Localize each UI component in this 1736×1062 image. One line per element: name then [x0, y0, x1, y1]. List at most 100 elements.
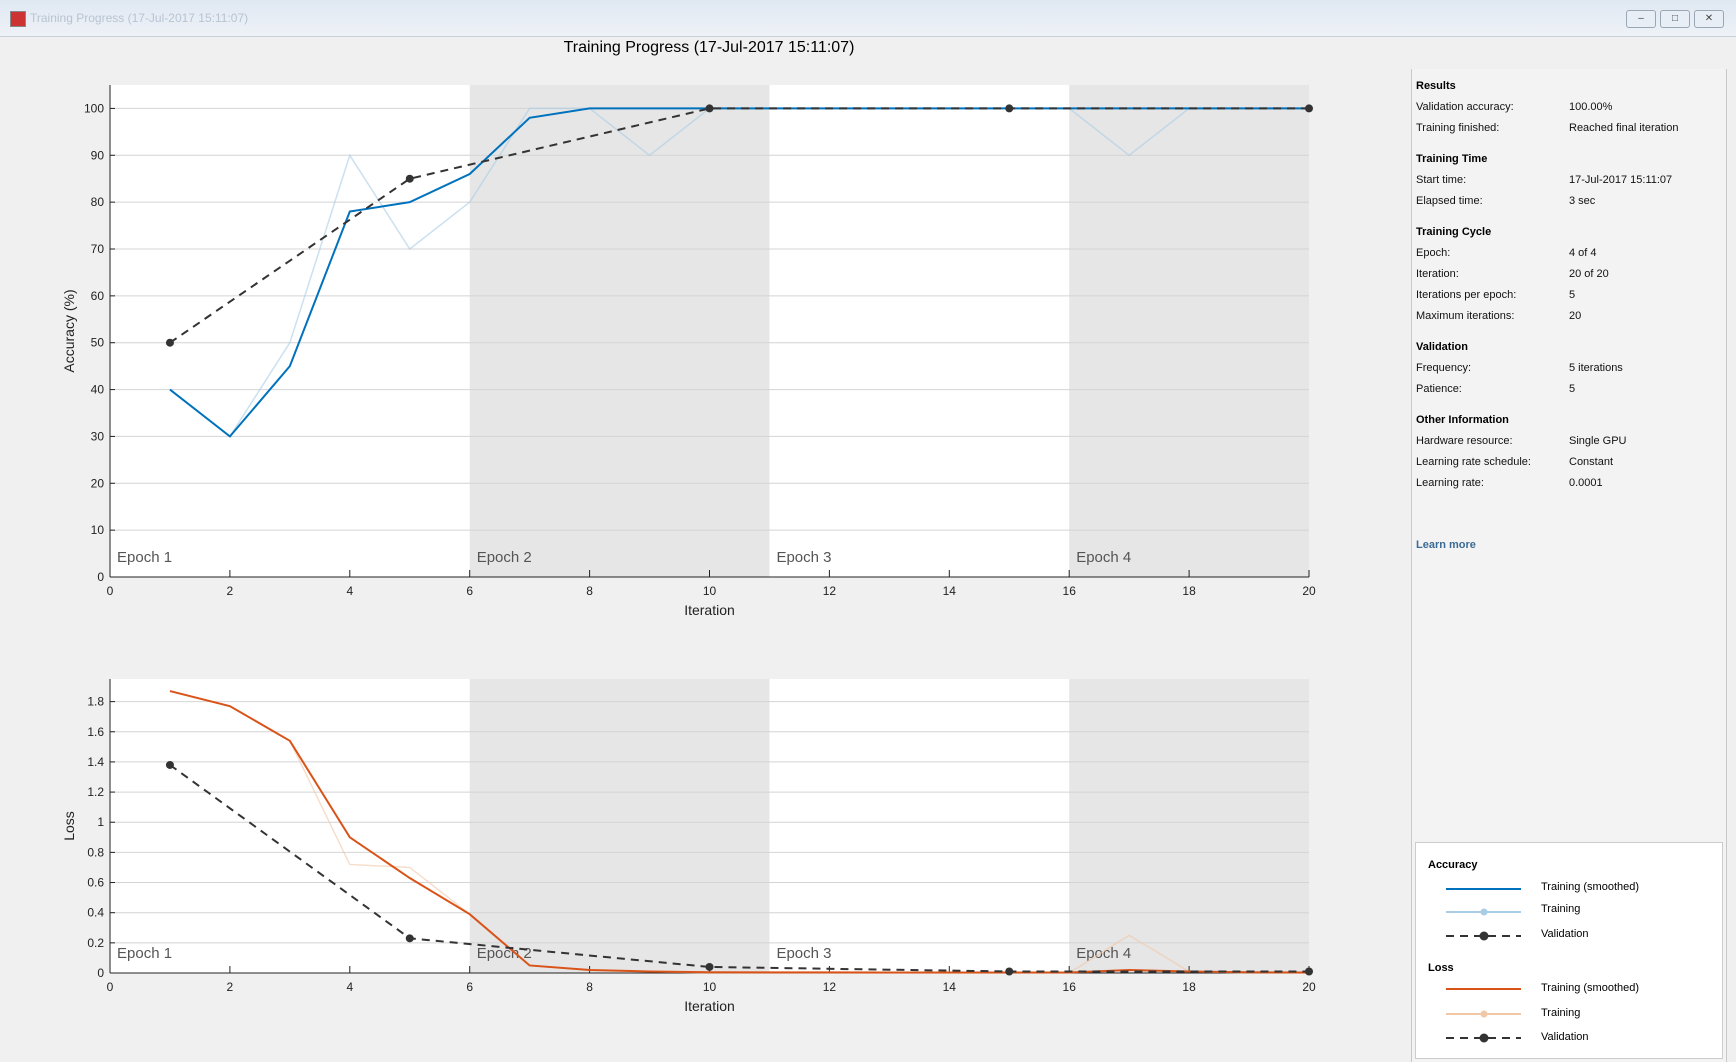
y-tick-label: 1.2 — [87, 785, 104, 799]
validation-point — [1305, 967, 1313, 976]
info-label: Learning rate schedule: — [1416, 456, 1531, 468]
info-value: 5 — [1569, 383, 1576, 395]
info-value: Constant — [1569, 456, 1614, 468]
info-value: 100.00% — [1569, 101, 1613, 113]
x-tick-label: 6 — [466, 980, 473, 994]
validation-point — [1305, 104, 1313, 113]
x-tick-label: 12 — [823, 584, 837, 598]
x-tick-label: 4 — [346, 584, 353, 598]
section-title: Training Time — [1416, 153, 1488, 165]
y-tick-label: 100 — [84, 101, 104, 115]
info-value: 5 — [1569, 289, 1576, 301]
y-tick-label: 80 — [91, 195, 105, 209]
x-tick-label: 18 — [1182, 980, 1196, 994]
x-tick-label: 20 — [1302, 584, 1316, 598]
x-tick-label: 8 — [586, 584, 593, 598]
x-tick-label: 16 — [1063, 584, 1077, 598]
validation-point — [165, 760, 174, 769]
section-title: Results — [1416, 80, 1456, 92]
x-tick-label: 2 — [227, 584, 234, 598]
info-label: Training finished: — [1416, 122, 1500, 134]
info-label: Maximum iterations: — [1416, 310, 1515, 322]
y-tick-label: 1.6 — [87, 725, 104, 739]
y-tick-label: 50 — [91, 336, 105, 350]
info-label: Iteration: — [1416, 268, 1459, 280]
epoch-band — [1069, 679, 1309, 973]
info-label: Frequency: — [1416, 362, 1472, 374]
figure-title: Training Progress (17-Jul-2017 15:11:07) — [564, 39, 855, 56]
x-axis-label: Iteration — [684, 998, 735, 1014]
info-value: 20 of 20 — [1569, 268, 1609, 280]
legend-markers — [1446, 888, 1521, 1043]
y-tick-label: 30 — [91, 429, 105, 443]
epoch-band — [1069, 85, 1309, 577]
x-tick-label: 20 — [1302, 980, 1316, 994]
x-axis-label: Iteration — [684, 602, 735, 618]
y-tick-label: 60 — [91, 289, 105, 303]
validation-point — [165, 338, 174, 347]
info-label: Epoch: — [1416, 247, 1451, 259]
legend: Accuracy Loss Training (smoothed) Traini… — [1415, 842, 1723, 1059]
epoch-label: Epoch 1 — [117, 549, 172, 566]
y-tick-label: 0.4 — [87, 906, 104, 920]
y-tick-label: 10 — [91, 523, 105, 537]
y-tick-label: 70 — [91, 242, 105, 256]
epoch-label: Epoch 1 — [117, 945, 172, 962]
section-title: Other Information — [1416, 414, 1509, 426]
info-value: 17-Jul-2017 15:11:07 — [1569, 174, 1673, 186]
info-value: 3 sec — [1569, 195, 1596, 207]
x-tick-label: 14 — [943, 584, 957, 598]
validation-point — [705, 962, 714, 971]
x-tick-label: 8 — [586, 980, 593, 994]
accuracy-chart: 0 10 20 30 40 50 60 70 80 90 100 0 2 4 6 8 10 12 14 16 18 20 E… — [61, 85, 1316, 618]
epoch-label: Epoch 2 — [477, 549, 532, 566]
epoch-band — [469, 85, 770, 577]
y-tick-label: 40 — [91, 383, 105, 397]
x-tick-label: 10 — [703, 584, 717, 598]
y-axis-label: Accuracy (%) — [61, 289, 77, 372]
info-label: Hardware resource: — [1416, 435, 1513, 447]
section-title: Validation — [1416, 341, 1468, 353]
x-tick-label: 18 — [1182, 584, 1196, 598]
info-value: 5 iterations — [1569, 362, 1623, 374]
maximize-button[interactable]: □ — [1660, 10, 1690, 28]
x-tick-label: 14 — [943, 980, 957, 994]
info-label: Iterations per epoch: — [1416, 289, 1517, 301]
legend-marker — [1479, 1033, 1489, 1043]
y-axis-label: Loss — [61, 811, 77, 841]
legend-loss-training: Training — [1541, 1007, 1581, 1019]
info-value: 0.0001 — [1569, 477, 1603, 489]
y-tick-label: 20 — [91, 476, 105, 490]
info-label: Start time: — [1416, 174, 1467, 186]
learn-more-link[interactable]: Learn more — [1416, 539, 1476, 551]
close-button[interactable]: ✕ — [1694, 10, 1724, 28]
y-tick-label: 0.6 — [87, 876, 104, 890]
y-tick-label: 0 — [97, 570, 104, 584]
info-label: Validation accuracy: — [1416, 101, 1514, 113]
info-value: Single GPU — [1569, 435, 1627, 447]
info-value: 20 — [1569, 310, 1582, 322]
y-tick-label: 90 — [91, 148, 105, 162]
matlab-app-icon — [10, 11, 26, 27]
x-tick-label: 12 — [823, 980, 837, 994]
title-bar: Training Progress (17-Jul-2017 15:11:07)… — [0, 0, 1736, 37]
info-panel: Results Validation accuracy: 100.00% Traini… — [1411, 69, 1727, 1062]
legend-marker — [1480, 908, 1488, 916]
validation-point — [405, 934, 414, 943]
y-tick-label: 1.4 — [87, 755, 104, 769]
minimize-button[interactable]: – — [1626, 10, 1656, 28]
x-tick-label: 0 — [107, 584, 114, 598]
window-title: Training Progress (17-Jul-2017 15:11:07) — [30, 11, 249, 25]
info-value: 4 of 4 — [1569, 247, 1597, 259]
epoch-band — [469, 679, 770, 973]
legend-acc-smoothed: Training (smoothed) — [1541, 881, 1640, 893]
info-value: Reached final iteration — [1569, 122, 1679, 134]
epoch-label: Epoch 3 — [776, 549, 831, 566]
section-title: Training Cycle — [1416, 226, 1492, 238]
legend-acc-training: Training — [1541, 903, 1581, 915]
y-tick-label: 1.8 — [87, 695, 104, 709]
info-label: Elapsed time: — [1416, 195, 1483, 207]
loss-chart: 0 0.2 0.4 0.6 0.8 1 1.2 1.4 1.6 1.8 0 2 4 6 8 10 12 14 16 1… — [61, 679, 1316, 1014]
epoch-label: Epoch 3 — [776, 945, 831, 962]
figure-area: Training Progress (17-Jul-2017 15:11:07)… — [0, 36, 1736, 1062]
